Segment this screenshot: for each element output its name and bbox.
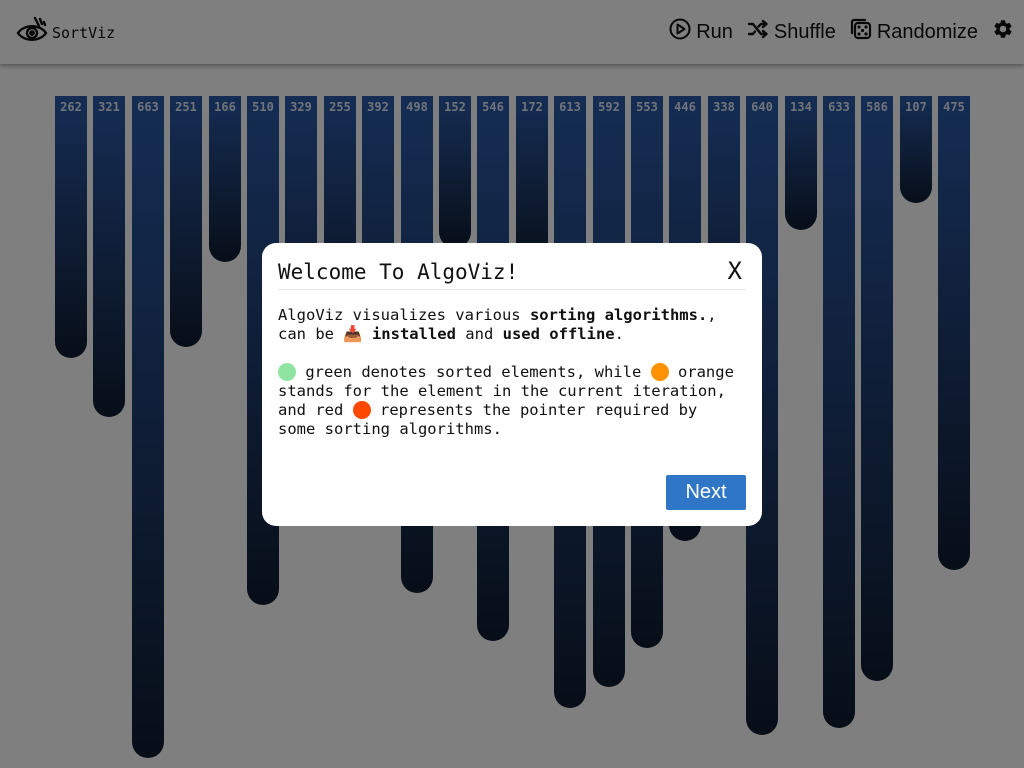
- intro-paragraph: AlgoViz visualizes various sorting algor…: [278, 306, 738, 344]
- period-text: .: [614, 325, 624, 343]
- install-icon: 📥: [343, 325, 363, 343]
- orange-dot-icon: [650, 363, 669, 381]
- legend-paragraph: green denotes sorted elements, while ora…: [278, 363, 738, 439]
- red-dot-icon: [352, 401, 371, 419]
- dialog-title: Welcome To AlgoViz!: [278, 260, 519, 284]
- welcome-dialog: Welcome To AlgoViz! X AlgoViz visualizes…: [262, 243, 762, 526]
- sorting-algorithms-text: sorting algorithms.: [529, 306, 708, 324]
- installed-text: installed: [362, 325, 456, 343]
- dialog-divider: [278, 289, 746, 290]
- next-button[interactable]: Next: [666, 475, 746, 510]
- intro-text: AlgoViz visualizes various: [278, 306, 530, 324]
- and-text: and: [455, 325, 503, 343]
- legend-text-1: green denotes sorted elements, while: [296, 363, 651, 381]
- close-button[interactable]: X: [728, 257, 742, 285]
- dialog-body: AlgoViz visualizes various sorting algor…: [278, 306, 738, 458]
- green-dot-icon: [278, 363, 296, 381]
- used-offline-text: used offline: [502, 325, 615, 343]
